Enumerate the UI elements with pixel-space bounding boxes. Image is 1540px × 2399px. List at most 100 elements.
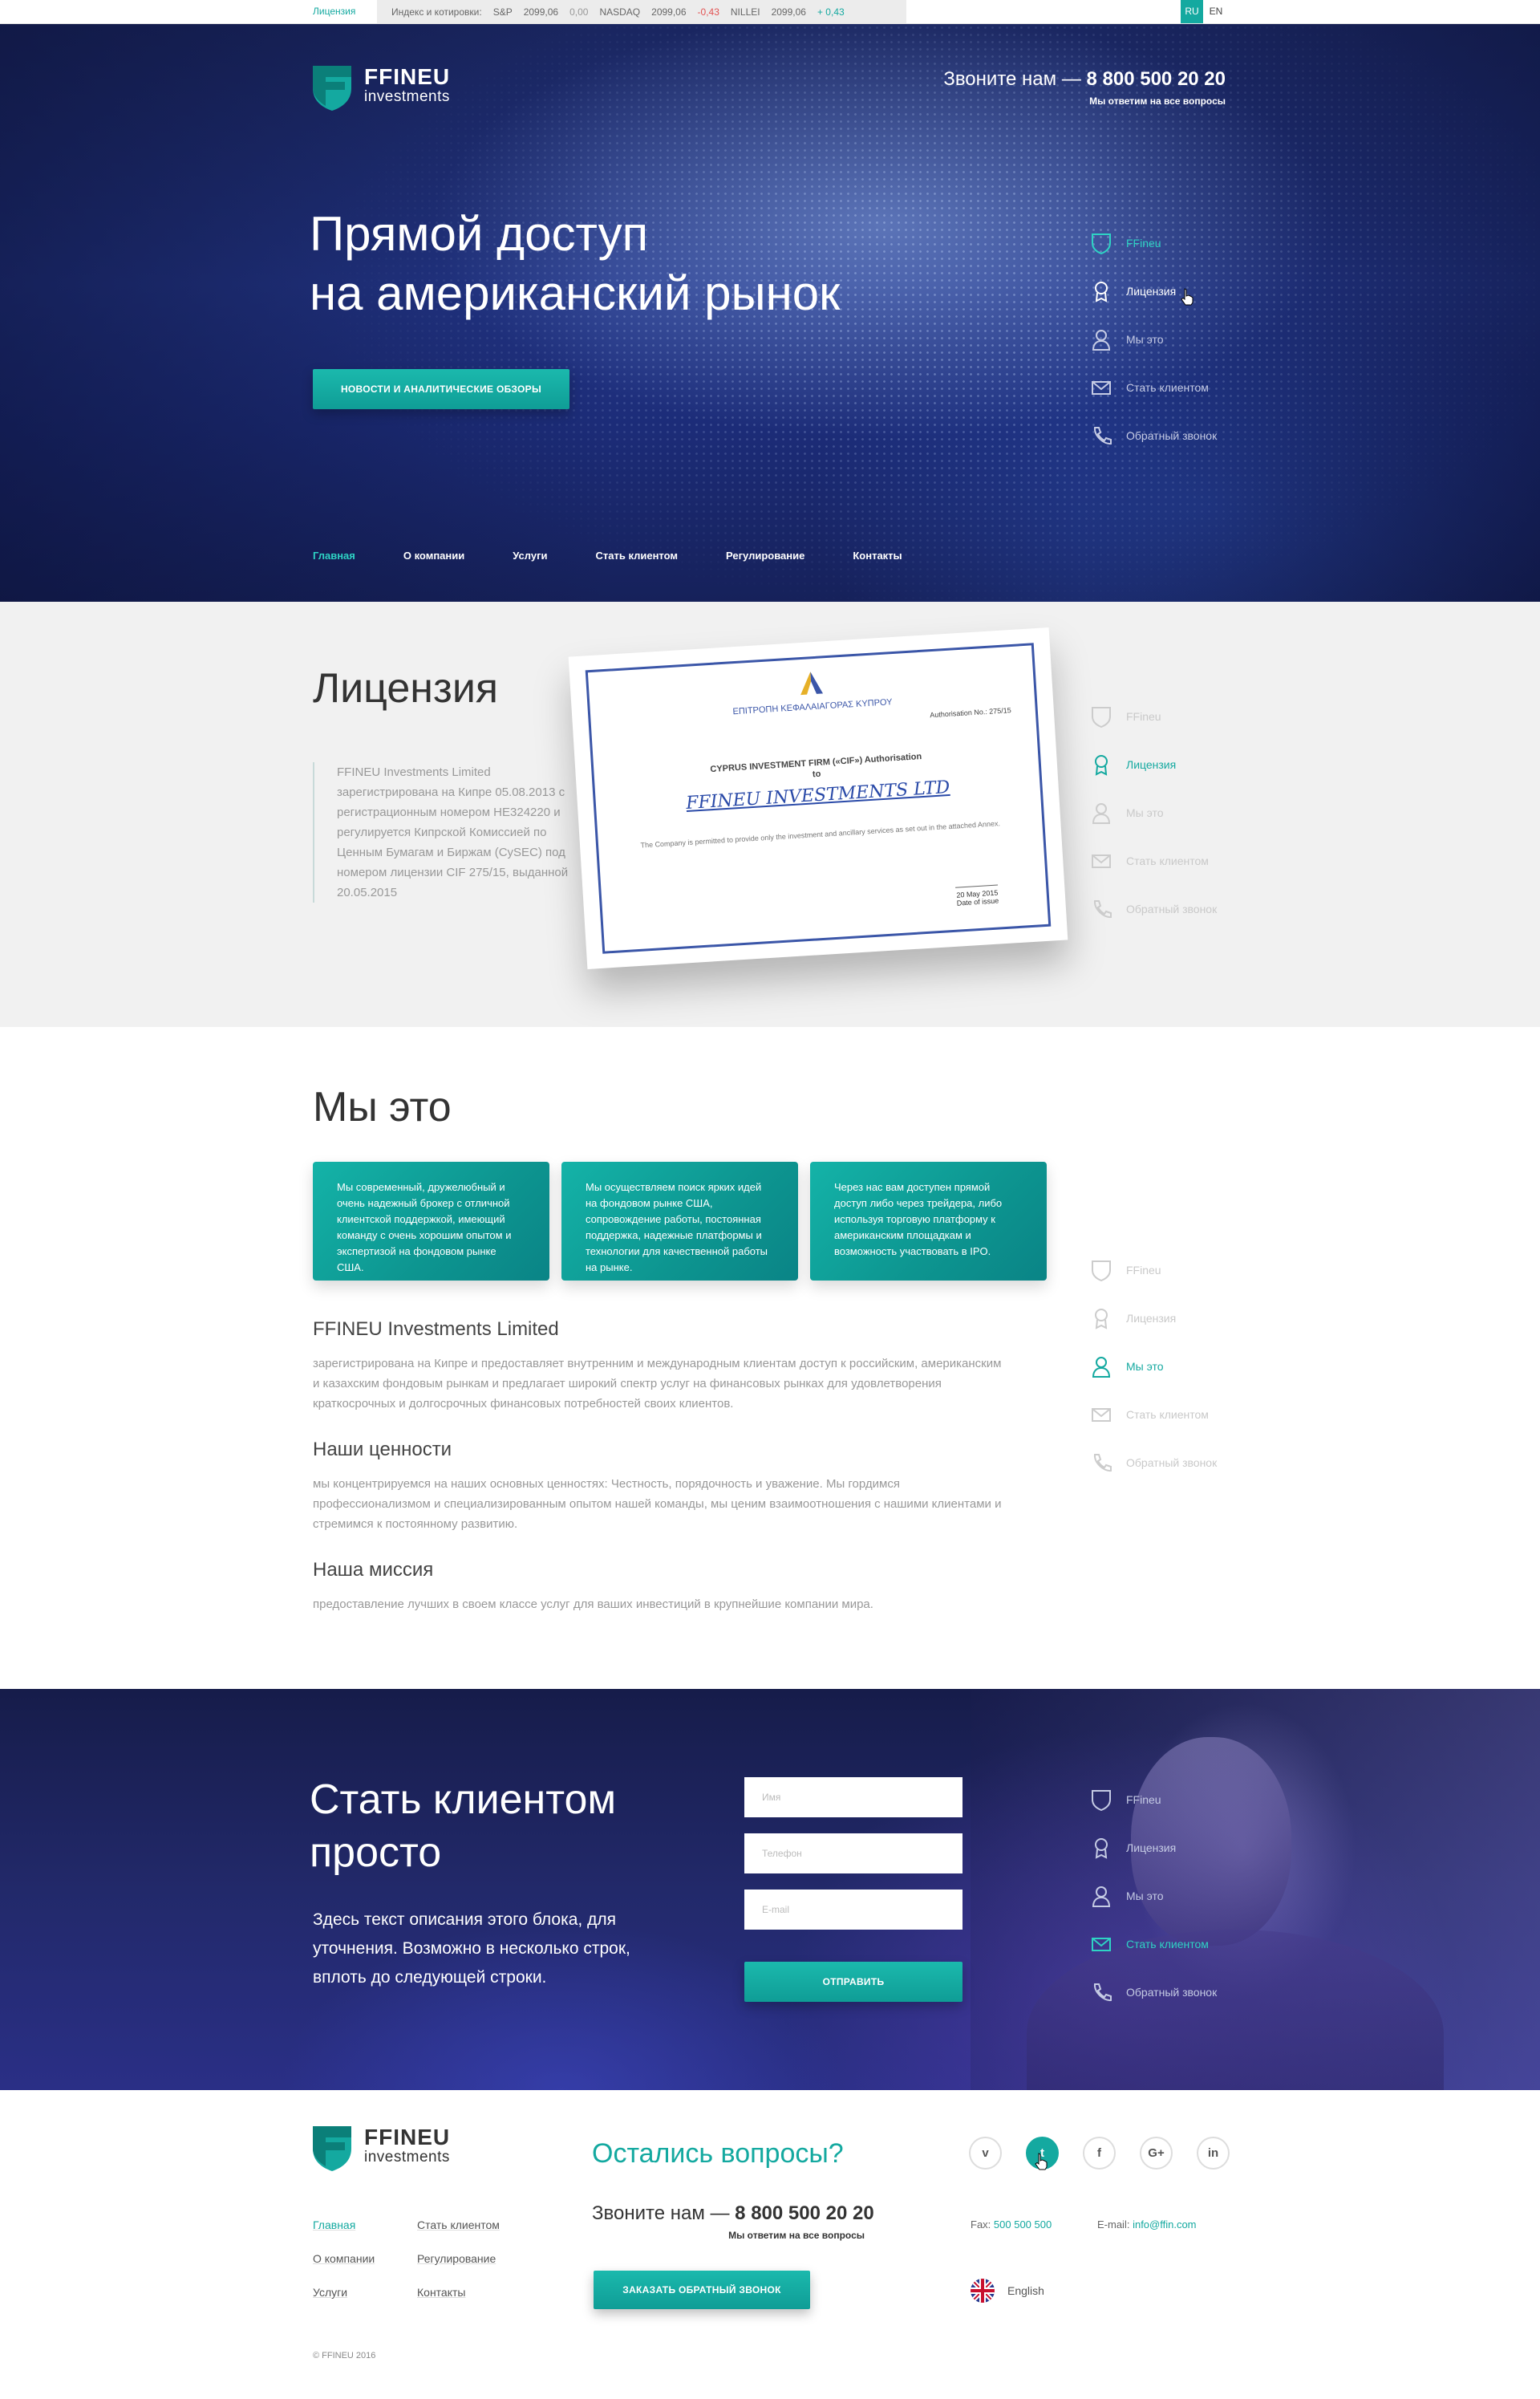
award-icon [1095, 282, 1108, 302]
side-item-ffineu[interactable]: FFineu [1091, 692, 1283, 741]
mission-text: предоставление лучших в своем классе усл… [313, 1597, 873, 1611]
social-links: v t f G+ in [969, 2137, 1230, 2170]
side-item-callback[interactable]: Обратный звонок [1091, 885, 1283, 933]
facebook-icon[interactable]: f [1083, 2137, 1116, 2170]
mission-block: Наша миссия предоставление лучших в свое… [313, 1559, 1011, 1614]
values-block: Наши ценности мы концентрируемся на наши… [313, 1439, 1011, 1534]
license-title: Лицензия [313, 665, 499, 712]
mail-icon [1092, 854, 1111, 868]
footer: FFINEU investments Главная Стать клиентом… [0, 2090, 1540, 2399]
nav-item-become-client[interactable]: Стать клиентом [595, 550, 678, 562]
phone-icon [1093, 900, 1112, 919]
vimeo-icon[interactable]: v [969, 2137, 1002, 2170]
phone-number[interactable]: 8 800 500 20 20 [735, 2202, 874, 2224]
ticker-license-link[interactable]: Лицензия [313, 0, 355, 23]
feature-card: Через нас вам доступен прямой доступ либ… [810, 1162, 1047, 1281]
feature-card: Мы современный, дружелюбный и очень наде… [313, 1162, 549, 1281]
side-item-about[interactable]: Мы это [1091, 1872, 1283, 1920]
submit-button[interactable]: ОТПРАВИТЬ [744, 1962, 962, 2002]
footer-nav-home[interactable]: Главная [313, 2218, 417, 2231]
linkedin-icon[interactable]: in [1197, 2137, 1230, 2170]
side-item-license[interactable]: Лицензия [1091, 741, 1283, 789]
lang-ru-button[interactable]: RU [1181, 0, 1203, 23]
user-icon [1092, 803, 1111, 824]
side-nav: FFineu Лицензия Мы это Стать клиентом Об… [1091, 1776, 1283, 2016]
side-item-become-client[interactable]: Стать клиентом [1091, 1920, 1283, 1968]
license-text: FFINEU Investments Limited зарегистриров… [313, 762, 586, 903]
hero-section: FFINEU investments Звоните нам — 8 800 50… [0, 24, 1540, 602]
index-label: Индекс и котировки: [391, 6, 482, 18]
name-field[interactable] [744, 1777, 962, 1817]
language-switch[interactable]: English [971, 2279, 1044, 2303]
feature-card: Мы осуществляем поиск ярких идей на фонд… [561, 1162, 798, 1281]
nav-item-contacts[interactable]: Контакты [853, 550, 902, 562]
email-field[interactable] [744, 1890, 962, 1930]
footer-nav-regulation[interactable]: Регулирование [417, 2252, 521, 2265]
side-item-become-client[interactable]: Стать клиентом [1091, 363, 1283, 412]
become-client-section: Стать клиентом просто Здесь текст описани… [0, 1689, 1540, 2090]
brand-name: FFINEU [364, 64, 451, 89]
cert-date: 20 May 2015 Date of issue [955, 884, 999, 907]
mail-icon [1092, 381, 1111, 395]
side-item-ffineu[interactable]: FFineu [1091, 219, 1283, 267]
side-item-become-client[interactable]: Стать клиентом [1091, 837, 1283, 885]
values-text: мы концентрируемся на наших основных цен… [313, 1477, 1002, 1531]
footer-nav-become-client[interactable]: Стать клиентом [417, 2218, 521, 2231]
client-title: Стать клиентом просто [310, 1776, 617, 1876]
brand-name: FFINEU [364, 2125, 451, 2149]
nav-item-about[interactable]: О компании [403, 550, 464, 562]
hand-cursor-icon [1035, 2153, 1048, 2170]
nav-item-home[interactable]: Главная [313, 550, 355, 562]
side-item-ffineu[interactable]: FFineu [1091, 1776, 1283, 1824]
side-nav: FFineu Лицензия Мы это Стать клиентом Об… [1091, 692, 1283, 933]
award-icon [1095, 1309, 1108, 1329]
phone-number[interactable]: 8 800 500 20 20 [1087, 68, 1226, 90]
side-item-become-client[interactable]: Стать клиентом [1091, 1390, 1283, 1439]
side-item-license[interactable]: Лицензия [1091, 1824, 1283, 1872]
side-item-callback[interactable]: Обратный звонок [1091, 1439, 1283, 1487]
footer-logo[interactable]: FFINEU investments [313, 2126, 450, 2171]
side-item-callback[interactable]: Обратный звонок [1091, 412, 1283, 460]
lang-en-button[interactable]: EN [1205, 0, 1227, 23]
quotes-strip: Индекс и котировки: S&P 2099,06 0,00 NASDA… [377, 0, 906, 23]
about-section: Мы это Мы современный, дружелюбный и оче… [0, 1027, 1540, 1689]
logo-shield-icon [313, 2126, 351, 2171]
questions-heading: Остались вопросы? [592, 2138, 844, 2169]
language-label: English [1007, 2284, 1044, 2297]
header-phone: Звоните нам — 8 800 500 20 20 Мы ответим… [943, 68, 1226, 107]
user-icon [1092, 1886, 1111, 1907]
nav-item-services[interactable]: Услуги [513, 550, 547, 562]
email-link[interactable]: info@ffin.com [1133, 2218, 1196, 2231]
side-item-license[interactable]: Лицензия [1091, 1294, 1283, 1342]
side-item-about[interactable]: Мы это [1091, 315, 1283, 363]
user-icon [1092, 1357, 1111, 1378]
mail-icon [1092, 1408, 1111, 1422]
quote-item: NILLEI 2099,06 + 0,43 [730, 6, 845, 18]
side-nav: FFineu Лицензия Мы это Стать клиентом Об… [1091, 1246, 1283, 1487]
google-plus-icon[interactable]: G+ [1140, 2137, 1173, 2170]
brand-sub: investments [364, 88, 450, 105]
logo[interactable]: FFINEU investments [313, 66, 450, 111]
nav-item-regulation[interactable]: Регулирование [726, 550, 804, 562]
footer-nav-contacts[interactable]: Контакты [417, 2286, 521, 2299]
side-item-callback[interactable]: Обратный звонок [1091, 1968, 1283, 2016]
shield-icon [1092, 1260, 1111, 1281]
side-item-ffineu[interactable]: FFineu [1091, 1246, 1283, 1294]
side-item-about[interactable]: Мы это [1091, 1342, 1283, 1390]
shield-icon [1092, 233, 1111, 254]
license-certificate-image: ΕΠΙΤΡΟΠΗ ΚΕΦΑΛΑΙΑΓΟΡΑΣ ΚΥΠΡΟΥ Authorisat… [568, 627, 1068, 969]
email-info: E-mail: info@ffin.com [1097, 2218, 1197, 2231]
mission-title: Наша миссия [313, 1559, 434, 1581]
logo-shield-icon [313, 66, 351, 111]
callback-button[interactable]: ЗАКАЗАТЬ ОБРАТНЫЙ ЗВОНОК [594, 2271, 810, 2309]
phone-field[interactable] [744, 1833, 962, 1873]
shield-icon [1092, 1790, 1111, 1811]
award-icon [1095, 1838, 1108, 1859]
footer-nav-services[interactable]: Услуги [313, 2286, 417, 2299]
company-block: FFINEU Investments Limited зарегистриров… [313, 1318, 1011, 1414]
user-icon [1092, 330, 1111, 351]
footer-nav-about[interactable]: О компании [313, 2252, 417, 2265]
news-button[interactable]: НОВОСТИ И АНАЛИТИЧЕСКИЕ ОБЗОРЫ [313, 369, 569, 409]
side-item-about[interactable]: Мы это [1091, 789, 1283, 837]
hand-cursor-icon [1181, 288, 1194, 306]
